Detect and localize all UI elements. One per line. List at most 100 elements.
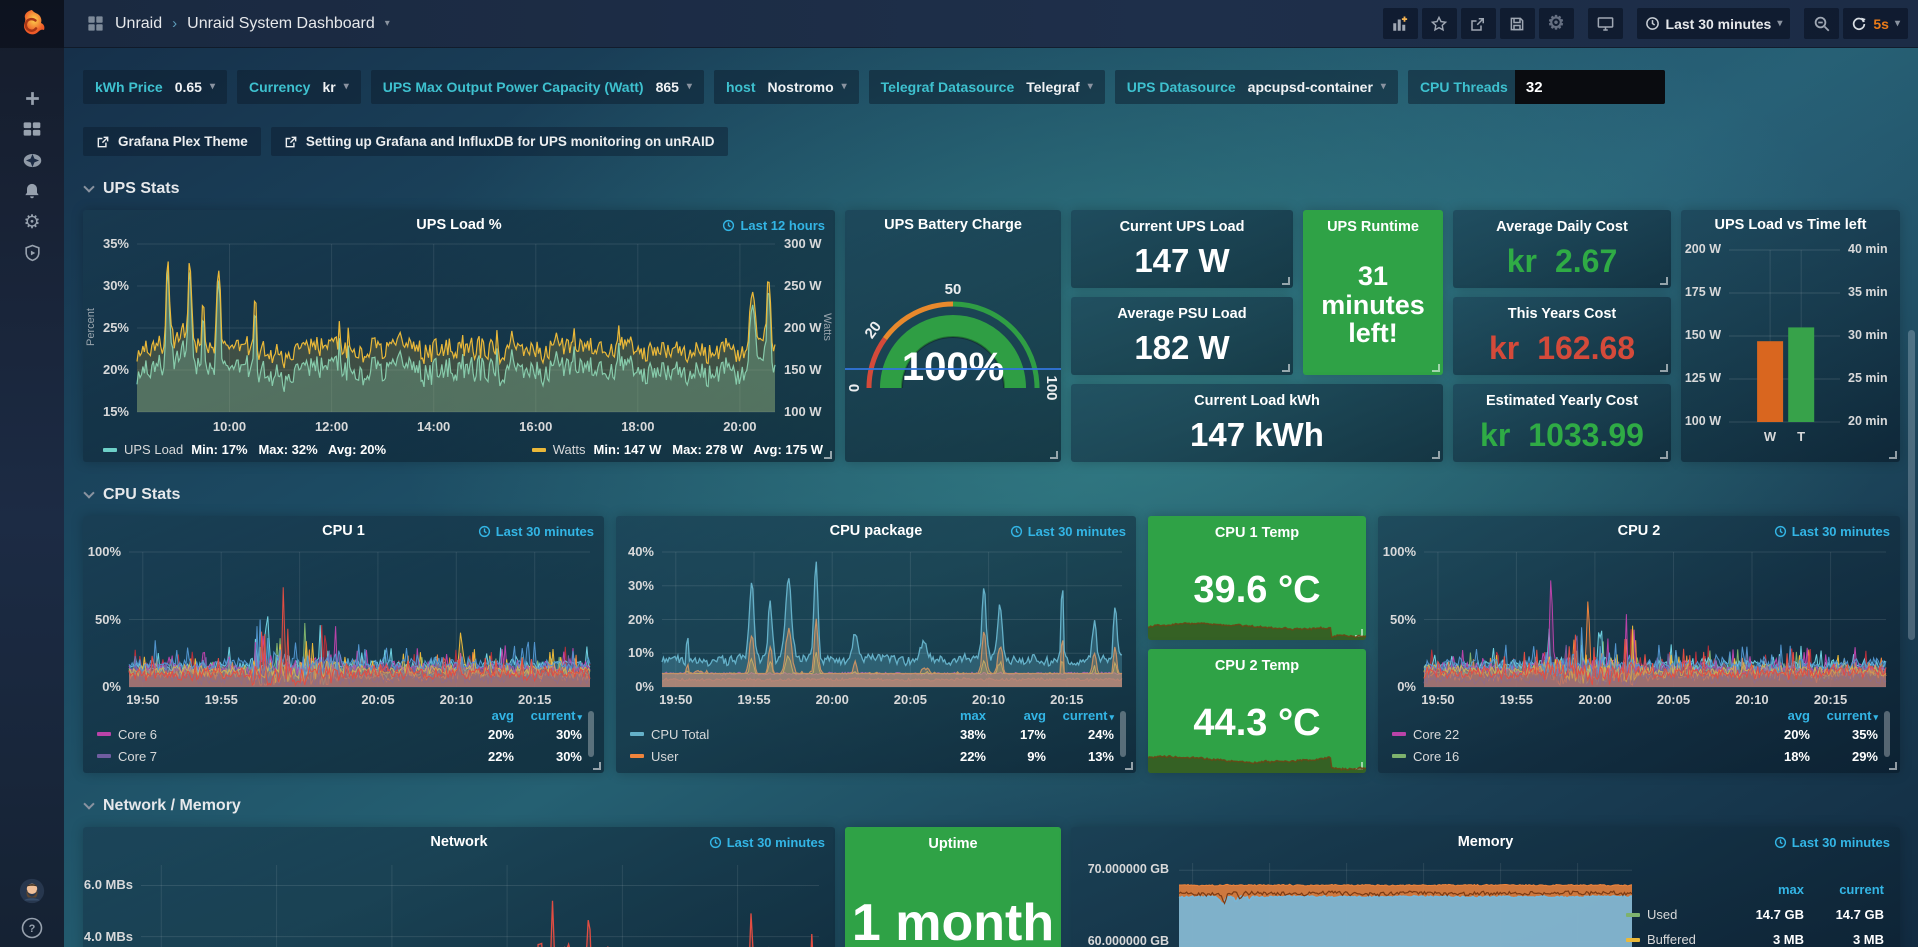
legend-column-header[interactable]: avg [986, 708, 1046, 723]
panel-title[interactable]: Current UPS Load [1120, 219, 1245, 235]
legend-column-header[interactable]: avg [452, 708, 514, 723]
variable-value-dropdown[interactable]: apcupsd-container▾ [1243, 79, 1398, 95]
panel-title[interactable]: UPS Load vs Time left [1681, 217, 1900, 233]
sidebar-item-dashboards[interactable] [19, 119, 45, 139]
battery-gauge[interactable]: 02050100100% [845, 238, 1061, 462]
panel-title[interactable]: Estimated Yearly Cost [1486, 393, 1638, 409]
refresh-button[interactable]: 5s ▾ [1843, 8, 1908, 39]
caret-down-icon[interactable]: ▾ [385, 19, 390, 29]
sidebar-item-create[interactable] [19, 88, 45, 108]
legend-column-header[interactable]: max [922, 708, 986, 723]
panel-average-daily-cost: Average Daily Cost kr2.67 [1453, 210, 1671, 288]
svg-text:20: 20 [861, 318, 885, 341]
cpu1-chart[interactable]: 100%50%0%19:5019:5520:0020:0520:1020:15 [83, 544, 604, 709]
legend-series-name[interactable]: Core 7 [118, 749, 157, 764]
legend-header-row: maxcurrent [1626, 877, 1884, 902]
ups-load-vs-time-chart[interactable]: 200 W175 W150 W125 W100 W40 min35 min30 … [1681, 238, 1900, 456]
sidebar-item-explore[interactable] [19, 150, 45, 170]
axis-tick-label: 20:15 [1801, 692, 1861, 707]
legend-column-header[interactable]: current▾ [1810, 708, 1878, 723]
legend-swatch [97, 754, 111, 758]
legend-column-header[interactable]: avg [1748, 708, 1810, 723]
variable-value-dropdown[interactable]: kr▾ [317, 79, 360, 95]
axis-tick-label: 20:05 [880, 692, 940, 707]
legend-series-name[interactable]: Buffered [1647, 932, 1696, 947]
legend-header-row: avgcurrent▾ [1392, 707, 1878, 723]
panel-this-years-cost: This Years Cost kr162.68 [1453, 297, 1671, 375]
section-header-cpu-stats[interactable]: CPU Stats [85, 484, 1901, 506]
cpu2-chart[interactable]: 100%50%0%19:5019:5520:0020:0520:1020:15 [1378, 544, 1900, 709]
variable-label: Telegraf Datasource [869, 79, 1022, 95]
legend-scrollbar[interactable] [1884, 711, 1890, 757]
clock-icon [722, 219, 735, 232]
dashboard-link[interactable]: Grafana Plex Theme [83, 127, 261, 156]
sidebar-item-server-admin[interactable] [19, 243, 45, 263]
sidebar-item-configuration[interactable]: ⚙ [19, 212, 45, 232]
add-panel-icon [1391, 15, 1409, 33]
network-chart[interactable]: 6.0 MBs4.0 MBs2.0 MBs [83, 855, 835, 947]
panel-title[interactable]: Average PSU Load [1117, 306, 1246, 322]
panel-title[interactable]: UPS Runtime [1327, 219, 1419, 235]
legend-column-header[interactable]: max [1722, 882, 1804, 897]
stat-value: 44.3 °C [1148, 674, 1366, 773]
legend-scrollbar[interactable] [588, 711, 594, 757]
legend-column-header[interactable]: current [1804, 882, 1884, 897]
axis-tick-label: 30% [616, 578, 654, 593]
caret-down-icon: ▾ [1088, 82, 1093, 92]
panel-title[interactable]: CPU 2 Temp [1215, 658, 1299, 674]
legend-series-name[interactable]: CPU Total [651, 727, 709, 742]
template-variables-row: kWh Price 0.65▾ Currency kr▾ UPS Max Out… [83, 70, 1901, 104]
grafana-logo[interactable] [0, 0, 64, 48]
help-button[interactable]: ? [19, 915, 45, 941]
legend-item[interactable]: WattsMin: 147 W Max: 278 W Avg: 175 W [532, 442, 823, 457]
zoom-out-button[interactable] [1804, 8, 1839, 39]
legend-scrollbar[interactable] [1120, 711, 1126, 757]
user-avatar[interactable] [19, 876, 45, 906]
stat-value: kr162.68 [1453, 322, 1671, 375]
legend-series-name[interactable]: Watts [553, 442, 586, 457]
dashboard-settings-button[interactable]: ⚙ [1539, 8, 1574, 39]
page-scrollbar[interactable] [1908, 330, 1915, 640]
add-panel-button[interactable] [1383, 8, 1418, 39]
chevron-down-icon [83, 798, 94, 809]
sidebar-item-alerting[interactable] [19, 181, 45, 201]
share-dashboard-button[interactable] [1461, 8, 1496, 39]
breadcrumb-current[interactable]: Unraid System Dashboard [187, 15, 375, 33]
variable-value-dropdown[interactable]: Telegraf▾ [1021, 79, 1104, 95]
variable-value-dropdown[interactable]: 865▾ [651, 79, 704, 95]
legend-series-name[interactable]: Used [1647, 907, 1677, 922]
ups-load-chart[interactable]: 35%30%25%20%15%300 W250 W200 W150 W100 W… [83, 238, 835, 438]
legend-series-name[interactable]: Core 22 [1413, 727, 1459, 742]
legend-series-name[interactable]: Core 16 [1413, 749, 1459, 764]
plus-icon [23, 89, 42, 108]
cpu-package-chart[interactable]: 40%30%20%10%0%19:5019:5520:0020:0520:102… [616, 544, 1136, 709]
panel-title[interactable]: Average Daily Cost [1496, 219, 1628, 235]
save-dashboard-button[interactable] [1500, 8, 1535, 39]
panel-title[interactable]: This Years Cost [1508, 306, 1617, 322]
time-range-picker[interactable]: Last 30 minutes ▾ [1637, 8, 1791, 39]
section-header-ups-stats[interactable]: UPS Stats [85, 178, 1901, 200]
star-dashboard-button[interactable] [1422, 8, 1457, 39]
legend-row: Core 1618%29% [1392, 745, 1878, 767]
legend-series-name[interactable]: Core 6 [118, 727, 157, 742]
chevron-down-icon [83, 487, 94, 498]
legend-column-header[interactable]: current▾ [1046, 708, 1114, 723]
panel-title[interactable]: Uptime [928, 836, 977, 852]
axis-tick-label: 20:15 [505, 692, 565, 707]
panel-title[interactable]: CPU 1 Temp [1215, 525, 1299, 541]
dashboard-link[interactable]: Setting up Grafana and InfluxDB for UPS … [271, 127, 728, 156]
variable-value-dropdown[interactable]: Nostromo▾ [763, 79, 859, 95]
variable-value-dropdown[interactable]: 0.65▾ [170, 79, 227, 95]
legend-item[interactable]: UPS LoadMin: 17% Max: 32% Avg: 20% [103, 442, 386, 457]
panel-title[interactable]: Current Load kWh [1194, 393, 1320, 409]
axis-tick-label: T [1781, 429, 1821, 444]
cpu-threads-input[interactable] [1515, 70, 1665, 104]
legend-series-name[interactable]: UPS Load [124, 442, 183, 457]
legend-series-name[interactable]: User [651, 749, 678, 764]
cycle-view-mode-button[interactable] [1588, 8, 1623, 39]
legend-column-header[interactable]: current▾ [514, 708, 582, 723]
panel-title[interactable]: UPS Battery Charge [845, 217, 1061, 233]
section-header-network-memory[interactable]: Network / Memory [85, 795, 1901, 817]
breadcrumb-root[interactable]: Unraid [115, 15, 162, 33]
axis-tick-label: 20 min [1848, 414, 1888, 428]
